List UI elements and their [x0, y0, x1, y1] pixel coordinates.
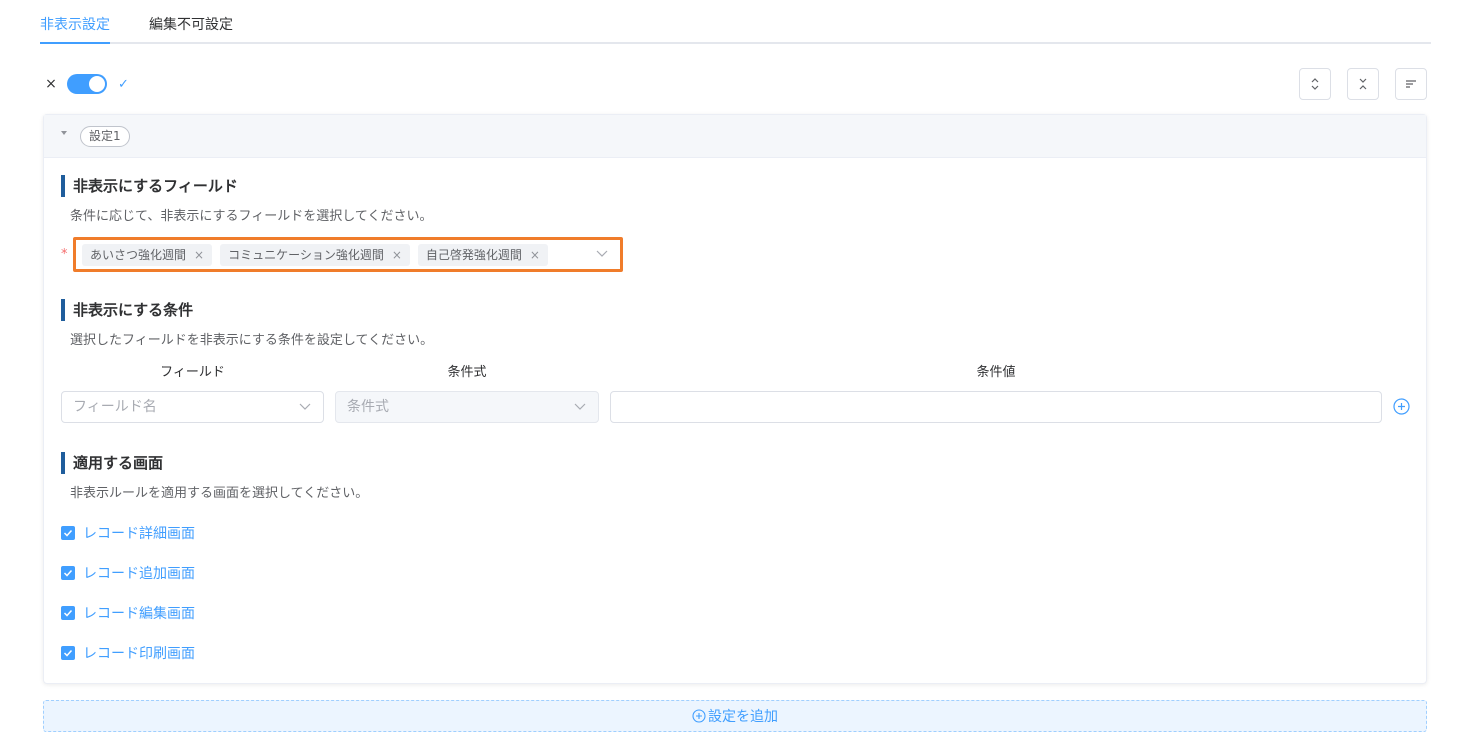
- enable-toggle-row: × ✓: [44, 72, 129, 96]
- column-header-field: フィールド: [160, 365, 225, 380]
- column-header-operator: 条件式: [447, 365, 487, 380]
- checkbox-print-screen[interactable]: レコード印刷画面: [61, 643, 195, 663]
- checkbox-edit-screen[interactable]: レコード編集画面: [61, 603, 195, 623]
- required-mark: *: [61, 247, 68, 262]
- field-chip-label: あいさつ強化週間: [90, 248, 187, 262]
- condition-title: 非表示にする条件: [61, 299, 193, 321]
- screens-description: 非表示ルールを適用する画面を選択してください。: [70, 486, 369, 501]
- setting-tag: 設定1: [80, 126, 130, 147]
- field-chip: コミュニケーション強化週間 ×: [220, 243, 410, 266]
- checkbox-detail-screen[interactable]: レコード詳細画面: [61, 523, 195, 543]
- expand-all-button[interactable]: [1299, 68, 1331, 100]
- tab-readonly-settings[interactable]: 編集不可設定: [149, 14, 233, 34]
- checkbox-add-screen[interactable]: レコード追加画面: [61, 563, 195, 583]
- checkbox-checked-icon[interactable]: [61, 606, 75, 620]
- chip-close-icon[interactable]: ×: [530, 248, 540, 262]
- condition-description: 選択したフィールドを非表示にする条件を設定してください。: [70, 333, 434, 348]
- enable-switch[interactable]: [67, 74, 107, 94]
- field-chip: あいさつ強化週間 ×: [82, 243, 213, 266]
- checkbox-label: レコード編集画面: [83, 606, 195, 622]
- checkbox-checked-icon[interactable]: [61, 526, 75, 540]
- active-tab-indicator: [40, 42, 110, 44]
- setting-card: 設定1 非表示にするフィールド 条件に応じて、非表示にするフィールドを選択してく…: [43, 114, 1427, 684]
- chip-close-icon[interactable]: ×: [194, 248, 204, 262]
- checkbox-label: レコード印刷画面: [83, 646, 195, 662]
- collapse-icon: [1359, 78, 1367, 90]
- checkbox-label: レコード詳細画面: [83, 526, 195, 542]
- expand-icon: [1311, 78, 1319, 90]
- chevron-down-icon: [299, 403, 311, 410]
- condition-field-placeholder: フィールド名: [73, 399, 157, 415]
- caret-down-icon[interactable]: [61, 131, 67, 135]
- add-condition-icon[interactable]: [1393, 398, 1410, 415]
- screens-title: 適用する画面: [61, 452, 163, 474]
- sort-icon: [1406, 80, 1416, 88]
- switch-knob: [89, 76, 105, 92]
- chevron-down-icon: [574, 403, 586, 410]
- sort-button[interactable]: [1395, 68, 1427, 100]
- condition-operator-select[interactable]: 条件式: [335, 391, 599, 423]
- condition-operator-placeholder: 条件式: [347, 399, 389, 415]
- hidden-fields-description: 条件に応じて、非表示にするフィールドを選択してください。: [70, 209, 433, 224]
- field-chip-label: コミュニケーション強化週間: [228, 248, 384, 262]
- hidden-fields-title: 非表示にするフィールド: [61, 175, 238, 197]
- plus-circle-icon: [692, 709, 706, 723]
- checkbox-checked-icon[interactable]: [61, 646, 75, 660]
- field-chip: 自己啓発強化週間 ×: [417, 243, 548, 266]
- condition-field-select[interactable]: フィールド名: [61, 391, 324, 423]
- chevron-down-icon: [596, 250, 608, 257]
- tab-hidden-settings[interactable]: 非表示設定: [40, 14, 110, 34]
- checkbox-label: レコード追加画面: [83, 566, 195, 582]
- close-icon: ×: [45, 76, 57, 92]
- checkbox-checked-icon[interactable]: [61, 566, 75, 580]
- hidden-fields-select[interactable]: あいさつ強化週間 × コミュニケーション強化週間 × 自己啓発強化週間 ×: [73, 237, 623, 272]
- setting-card-header[interactable]: 設定1: [44, 115, 1426, 158]
- check-icon: ✓: [118, 76, 129, 92]
- column-header-value: 条件値: [976, 365, 1016, 380]
- add-setting-label: 設定を追加: [708, 709, 778, 725]
- add-setting-button[interactable]: 設定を追加: [43, 700, 1427, 732]
- chip-close-icon[interactable]: ×: [392, 248, 402, 262]
- condition-value-input[interactable]: [610, 391, 1382, 423]
- collapse-all-button[interactable]: [1347, 68, 1379, 100]
- field-chip-label: 自己啓発強化週間: [425, 248, 522, 262]
- tab-bar: 非表示設定 編集不可設定: [40, 0, 1431, 44]
